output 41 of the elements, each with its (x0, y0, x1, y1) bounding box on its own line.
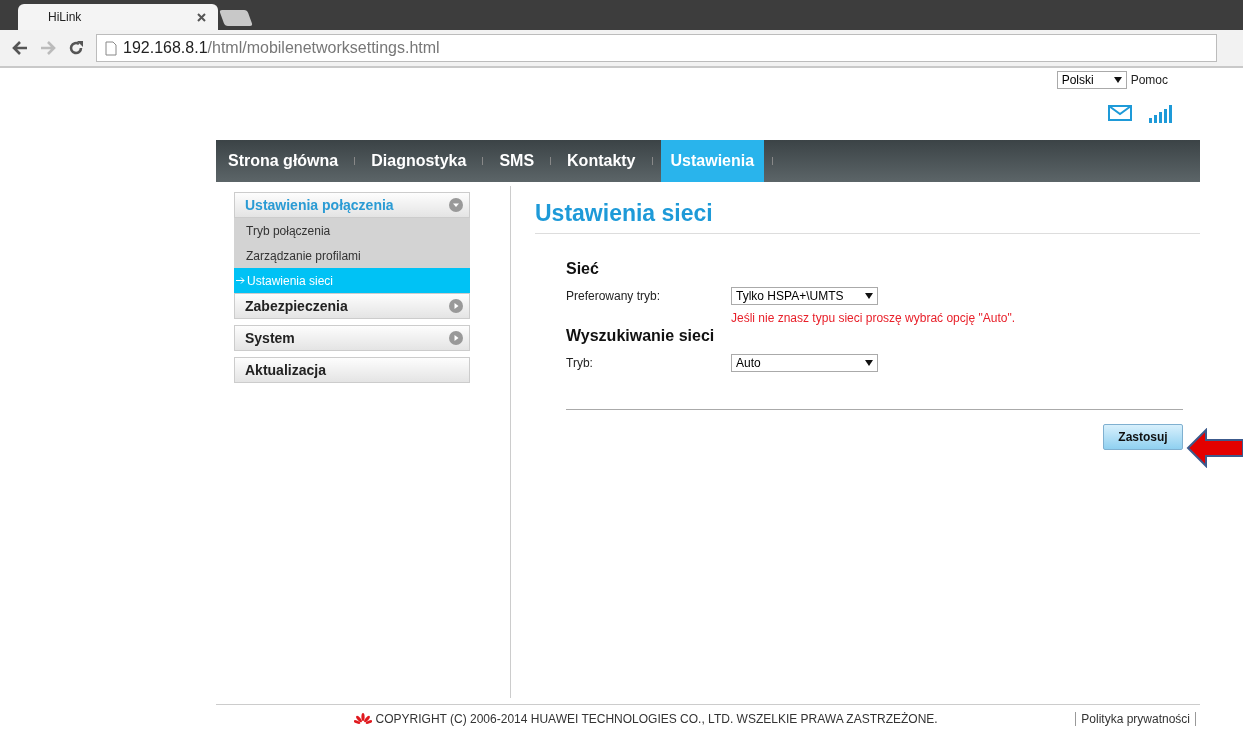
address-bar[interactable]: 192.168.8.1/html/mobilenetworksettings.html (96, 34, 1217, 62)
nav-tab[interactable]: SMS (491, 140, 543, 182)
apply-button[interactable]: Zastosuj (1103, 424, 1183, 450)
caret-icon (865, 360, 873, 366)
back-icon[interactable] (12, 41, 28, 55)
hint-text: Jeśli nie znasz typu sieci proszę wybrać opcję "Auto". (731, 311, 1016, 325)
nav-tab[interactable]: Kontakty (559, 140, 644, 182)
chevron-down-icon (449, 198, 463, 212)
mode-select[interactable]: Tylko HSPA+\UMTS (731, 287, 878, 305)
nav-tab[interactable]: Diagnostyka (363, 140, 475, 182)
flower-logo-icon (353, 713, 372, 725)
field-label: Preferowany tryb: (566, 289, 662, 303)
section-heading: Sieć (566, 260, 600, 278)
sidebar-section[interactable]: System (234, 325, 470, 351)
pointer-arrow (1186, 428, 1243, 468)
section-heading: Wyszukiwanie sieci (566, 327, 716, 345)
browser-tab[interactable]: HiLink (18, 4, 218, 30)
mode-select[interactable]: Auto (731, 354, 878, 372)
caret-icon (865, 293, 873, 299)
help-link[interactable]: Pomoc (1130, 73, 1168, 87)
copyright-text: COPYRIGHT (C) 2006-2014 HUAWEI TECHNOLOGIES CO., LTD. WSZELKIE PRAWA ZASTRZEŻONE. (375, 712, 938, 726)
field-label: Tryb: (566, 356, 594, 370)
sidebar-section[interactable]: Zabezpieczenia (234, 293, 470, 319)
signal-icon (1148, 105, 1174, 123)
mail-icon[interactable] (1108, 105, 1132, 121)
tab-title: HiLink (48, 10, 82, 24)
privacy-link[interactable]: Polityka prywatności (1075, 712, 1196, 726)
sidebar-item[interactable]: Zarządzanie profilami (234, 243, 470, 268)
close-icon[interactable] (197, 12, 206, 22)
language-select[interactable]: Polski (1056, 71, 1127, 89)
arrow-icon (236, 277, 245, 284)
new-tab-button[interactable] (219, 10, 253, 26)
page-title: Ustawienia sieci (535, 200, 1200, 234)
chevron-right-icon (449, 299, 463, 313)
caret-icon (1113, 77, 1122, 83)
page-icon (105, 40, 117, 56)
reload-icon[interactable] (68, 40, 84, 56)
sidebar-section[interactable]: Aktualizacja (234, 357, 470, 383)
chevron-right-icon (449, 331, 463, 345)
sidebar-item[interactable]: Tryb połączenia (234, 218, 470, 243)
nav-tab[interactable]: Strona główna (220, 140, 347, 182)
